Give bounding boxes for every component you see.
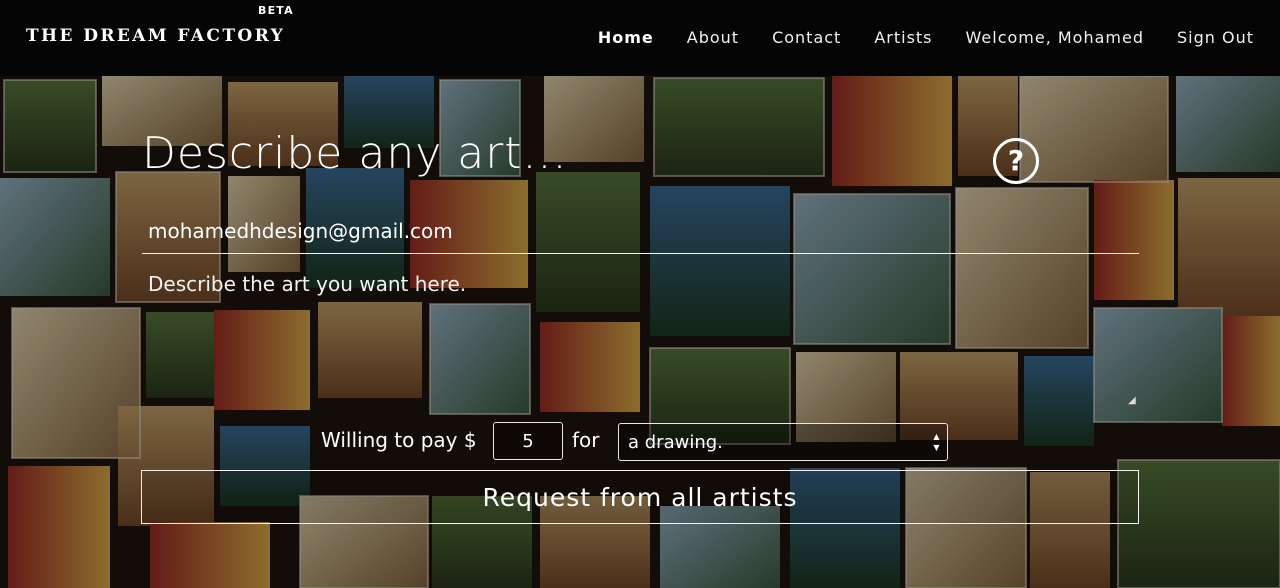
- question-circle-icon[interactable]: ?: [993, 138, 1039, 184]
- art-type-selected-value: a drawing.: [628, 432, 723, 453]
- hero-section: Describe any art... ? ◢ Willing to pay $…: [0, 76, 1280, 588]
- art-description-textarea[interactable]: [142, 266, 1139, 406]
- price-input[interactable]: [493, 422, 563, 460]
- select-updown-arrows-icon: ▲ ▼: [933, 432, 940, 452]
- beta-badge: BETA: [258, 4, 294, 17]
- nav-item-contact[interactable]: Contact: [772, 28, 841, 47]
- request-all-artists-button[interactable]: Request from all artists: [141, 470, 1139, 524]
- navbar: THE DREAM FACTORY BETA Home About Contac…: [0, 0, 1280, 76]
- page-title: Describe any art...: [142, 128, 568, 179]
- nav-menu: Home About Contact Artists Welcome, Moha…: [565, 28, 1254, 47]
- art-request-form: Describe any art... ? ◢ Willing to pay $…: [0, 76, 1280, 588]
- art-type-select[interactable]: a drawing. ▲ ▼: [618, 423, 948, 461]
- brand-logo[interactable]: THE DREAM FACTORY: [26, 26, 285, 46]
- email-field[interactable]: [142, 208, 1139, 254]
- nav-item-artists[interactable]: Artists: [874, 28, 932, 47]
- resize-grip-icon[interactable]: ◢: [1128, 396, 1138, 406]
- nav-item-welcome-user[interactable]: Welcome, Mohamed: [966, 28, 1144, 47]
- pay-label: Willing to pay $: [321, 428, 477, 452]
- nav-item-about[interactable]: About: [687, 28, 739, 47]
- nav-item-sign-out[interactable]: Sign Out: [1177, 28, 1254, 47]
- nav-item-home[interactable]: Home: [598, 28, 654, 47]
- for-label: for: [572, 428, 600, 452]
